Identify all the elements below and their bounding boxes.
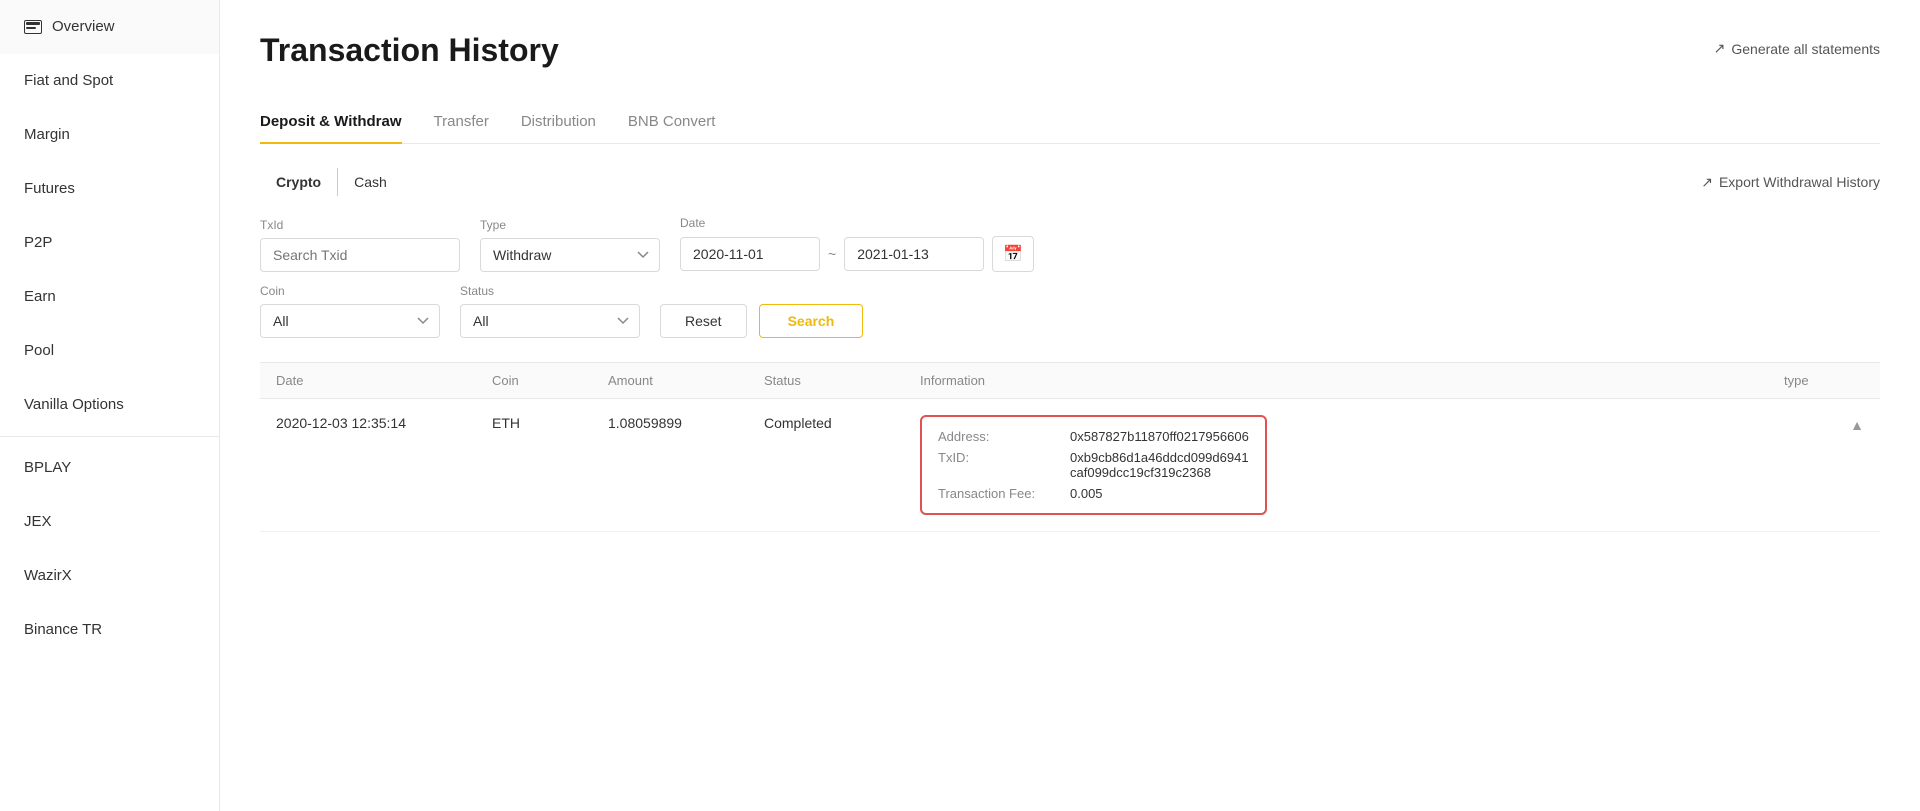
generate-statements-button[interactable]: ↗ Generate all statements [1714,40,1880,57]
fee-value: 0.005 [1070,486,1103,501]
col-amount: Amount [608,373,748,388]
filter-row-2: Coin All Status All Completed Pending Fa… [260,284,1880,338]
row-amount: 1.08059899 [608,415,748,431]
row-expand-button[interactable]: ▲ [1784,415,1864,433]
status-filter-group: Status All Completed Pending Failed [460,284,640,338]
sub-tabs-left: Crypto Cash [260,168,403,196]
sub-tabs-row: Crypto Cash ↗ Export Withdrawal History [260,168,1880,196]
row-coin: ETH [492,415,592,431]
sidebar-item-bplay[interactable]: BPLAY [0,441,219,495]
sidebar-divider [0,436,219,437]
date-filter-group: Date ~ 📅 [680,216,1034,272]
sidebar-label-margin: Margin [24,126,70,143]
col-information: Information [920,373,1768,388]
reset-button[interactable]: Reset [660,304,747,338]
date-label: Date [680,216,1034,230]
info-row-address: Address: 0x587827b11870ff0217956606 [938,429,1249,444]
sidebar-label-fiat-and-spot: Fiat and Spot [24,72,113,89]
calendar-icon: 📅 [1003,244,1023,264]
tab-deposit-withdraw[interactable]: Deposit & Withdraw [260,101,402,144]
sidebar-item-binance-tr[interactable]: Binance TR [0,603,219,657]
info-card: Address: 0x587827b11870ff0217956606 TxID… [920,415,1267,515]
date-from-input[interactable] [680,237,820,271]
filter-buttons: Reset Search [660,304,863,338]
col-status: Status [764,373,904,388]
coin-select[interactable]: All [260,304,440,338]
txid-filter-group: TxId [260,218,460,272]
sidebar-label-earn: Earn [24,288,56,305]
table-header: Date Coin Amount Status Information type [260,362,1880,399]
sidebar-label-wazirx: WazirX [24,567,72,584]
info-row-fee: Transaction Fee: 0.005 [938,486,1249,501]
export-icon: ↗ [1701,174,1713,191]
address-value: 0x587827b11870ff0217956606 [1070,429,1249,444]
coin-filter-group: Coin All [260,284,440,338]
sidebar-label-binance-tr: Binance TR [24,621,102,638]
tab-bnb-convert[interactable]: BNB Convert [628,101,716,144]
type-select[interactable]: Withdraw Deposit [480,238,660,272]
col-type: type [1784,373,1864,388]
page-header: Transaction History ↗ Generate all state… [260,32,1880,69]
fee-label: Transaction Fee: [938,486,1058,501]
address-label: Address: [938,429,1058,444]
sidebar-item-earn[interactable]: Earn [0,270,219,324]
info-row-txid: TxID: 0xb9cb86d1a46ddcd099d6941caf099dcc… [938,450,1249,480]
chevron-up-icon: ▲ [1850,417,1864,433]
export-label: Export Withdrawal History [1719,174,1880,190]
row-info: Address: 0x587827b11870ff0217956606 TxID… [920,415,1768,515]
sub-tab-crypto[interactable]: Crypto [260,168,338,196]
tab-transfer[interactable]: Transfer [434,101,489,144]
sidebar-label-overview: Overview [52,18,115,35]
sidebar-item-margin[interactable]: Margin [0,108,219,162]
sidebar-item-vanilla-options[interactable]: Vanilla Options [0,378,219,432]
generate-statements-label: Generate all statements [1731,41,1880,57]
sidebar-label-futures: Futures [24,180,75,197]
sidebar-item-wazirx[interactable]: WazirX [0,549,219,603]
status-label: Status [460,284,640,298]
txid-input[interactable] [260,238,460,272]
date-separator: ~ [828,246,836,262]
sub-tab-cash[interactable]: Cash [338,168,403,196]
sidebar-label-p2p: P2P [24,234,52,251]
table-row: 2020-12-03 12:35:14 ETH 1.08059899 Compl… [260,399,1880,532]
table-container: Date Coin Amount Status Information type… [260,362,1880,532]
col-coin: Coin [492,373,592,388]
date-to-input[interactable] [844,237,984,271]
sidebar-item-pool[interactable]: Pool [0,324,219,378]
txid-info-label: TxID: [938,450,1058,465]
filter-row-1: TxId Type Withdraw Deposit Date ~ 📅 [260,216,1880,272]
sidebar-item-futures[interactable]: Futures [0,162,219,216]
main-tabs: Deposit & Withdraw Transfer Distribution… [260,101,1880,144]
sidebar-label-bplay: BPLAY [24,459,71,476]
sidebar-label-pool: Pool [24,342,54,359]
sidebar-item-overview[interactable]: Overview [0,0,219,54]
row-date: 2020-12-03 12:35:14 [276,415,476,431]
sidebar: Overview Fiat and Spot Margin Futures P2… [0,0,220,811]
col-date: Date [276,373,476,388]
status-select[interactable]: All Completed Pending Failed [460,304,640,338]
type-label: Type [480,218,660,232]
row-status: Completed [764,415,904,431]
sidebar-label-vanilla-options: Vanilla Options [24,396,124,413]
coin-label: Coin [260,284,440,298]
sidebar-item-fiat-and-spot[interactable]: Fiat and Spot [0,54,219,108]
type-filter-group: Type Withdraw Deposit [480,218,660,272]
sidebar-item-jex[interactable]: JEX [0,495,219,549]
table-row-inner: 2020-12-03 12:35:14 ETH 1.08059899 Compl… [260,399,1880,531]
txid-label: TxId [260,218,460,232]
txid-info-value: 0xb9cb86d1a46ddcd099d6941caf099dcc19cf31… [1070,450,1249,480]
tab-distribution[interactable]: Distribution [521,101,596,144]
overview-icon [24,20,42,34]
export-withdrawal-history-button[interactable]: ↗ Export Withdrawal History [1701,174,1880,191]
page-title: Transaction History [260,32,559,69]
external-link-icon: ↗ [1714,40,1726,57]
sidebar-label-jex: JEX [24,513,52,530]
sidebar-item-p2p[interactable]: P2P [0,216,219,270]
date-range: ~ 📅 [680,236,1034,272]
calendar-button[interactable]: 📅 [992,236,1034,272]
search-button[interactable]: Search [759,304,864,338]
main-content: Transaction History ↗ Generate all state… [220,0,1920,811]
